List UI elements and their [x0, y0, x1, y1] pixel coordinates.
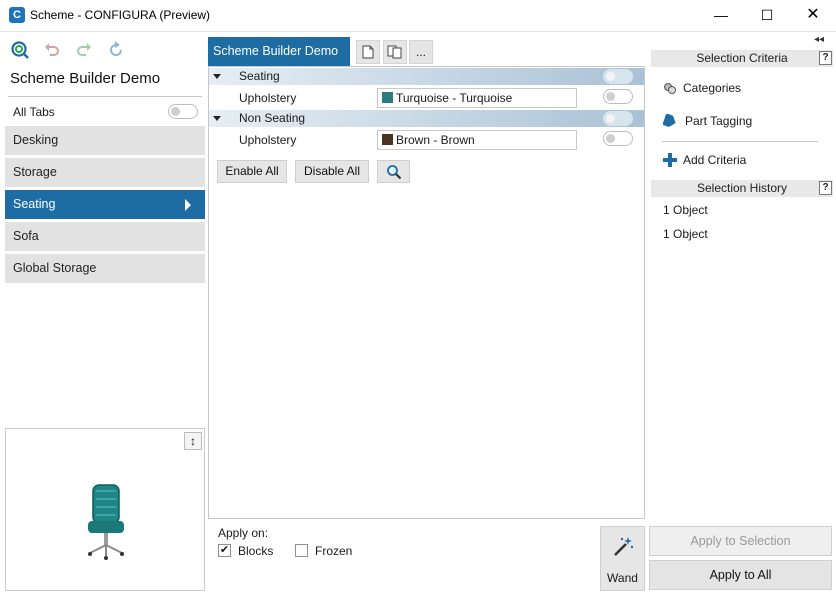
divider [662, 141, 818, 142]
minimize-button[interactable]: — [698, 0, 744, 31]
categories-icon [663, 82, 677, 96]
refresh-icon[interactable] [106, 40, 126, 60]
chevron-right-icon [185, 199, 191, 211]
history-item[interactable]: 1 Object [663, 227, 708, 241]
apply-to-all-button[interactable]: Apply to All [649, 560, 832, 590]
divider [8, 96, 202, 97]
tab-storage[interactable]: Storage [5, 158, 205, 187]
color-swatch [382, 92, 393, 103]
selection-history-header: Selection History ? [651, 180, 833, 197]
color-select-seating-upholstery[interactable]: Turquoise - Turquoise [377, 88, 577, 108]
tag-icon [662, 113, 677, 128]
caret-down-icon[interactable] [213, 116, 221, 121]
redo-icon[interactable] [74, 40, 94, 60]
tab-label: Desking [13, 133, 59, 147]
close-button[interactable]: ✕ [790, 0, 836, 31]
page-title: Scheme Builder Demo [10, 70, 161, 87]
new-document-icon[interactable] [356, 40, 380, 64]
undo-icon[interactable] [42, 40, 62, 60]
disable-all-button[interactable]: Disable All [295, 160, 369, 183]
tab-global-storage[interactable]: Global Storage [5, 254, 205, 283]
item-toggle-seating-upholstery[interactable] [603, 89, 633, 104]
caret-down-icon[interactable] [213, 74, 221, 79]
more-options-button[interactable]: ... [409, 40, 433, 64]
apply-on-label: Apply on: [218, 526, 269, 540]
part-tagging-item[interactable]: Part Tagging [685, 114, 752, 128]
blocks-label: Blocks [238, 544, 274, 558]
chair-preview-image [88, 484, 124, 560]
3d-preview[interactable] [5, 428, 205, 591]
item-label-upholstery: Upholstery [239, 133, 297, 147]
tab-seating[interactable]: Seating [5, 190, 205, 219]
color-select-non-seating-upholstery[interactable]: Brown - Brown [377, 130, 577, 150]
item-toggle-non-seating-upholstery[interactable] [603, 131, 633, 146]
color-value: Brown - Brown [396, 133, 475, 147]
selection-criteria-header: Selection Criteria ? [651, 50, 833, 67]
tab-sofa[interactable]: Sofa [5, 222, 205, 251]
frozen-label: Frozen [315, 544, 353, 558]
history-item[interactable]: 1 Object [663, 203, 708, 217]
resize-preview-button[interactable]: ↕ [184, 432, 202, 450]
wand-button[interactable]: Wand [600, 526, 645, 591]
maximize-button[interactable]: ☐ [744, 0, 790, 31]
tab-scheme-builder[interactable]: Scheme Builder Demo [208, 37, 350, 66]
magic-wand-icon [601, 535, 644, 565]
all-tabs-toggle[interactable] [168, 104, 198, 119]
group-toggle-non-seating[interactable] [603, 111, 633, 126]
help-icon[interactable]: ? [819, 181, 832, 195]
categories-item[interactable]: Categories [683, 81, 741, 95]
apply-to-selection-button[interactable]: Apply to Selection [649, 526, 832, 556]
tab-desking[interactable]: Desking [5, 126, 205, 155]
all-tabs-label: All Tabs [13, 105, 55, 119]
group-header-non-seating[interactable]: Non Seating [209, 110, 644, 127]
enable-all-button[interactable]: Enable All [217, 160, 287, 183]
blocks-checkbox[interactable]: ✔ [218, 544, 231, 557]
tab-label: Sofa [13, 229, 39, 243]
group-toggle-seating[interactable] [603, 69, 633, 84]
group-name: Non Seating [239, 111, 306, 125]
zoom-search-icon[interactable] [10, 40, 30, 60]
collapse-panel-button[interactable]: ◂◂ [814, 34, 824, 45]
tab-label: Global Storage [13, 261, 97, 275]
section-title: Selection History [696, 181, 788, 195]
tab-label: Seating [13, 197, 56, 211]
add-icon [663, 153, 677, 167]
search-button[interactable] [377, 160, 410, 183]
item-label-upholstery: Upholstery [239, 91, 297, 105]
group-name: Seating [239, 69, 280, 83]
group-header-seating[interactable]: Seating [209, 68, 644, 85]
search-icon [386, 165, 401, 180]
wand-label: Wand [607, 571, 638, 585]
window-title: Scheme - CONFIGURA (Preview) [30, 8, 211, 22]
add-criteria-button[interactable]: Add Criteria [683, 153, 746, 167]
help-icon[interactable]: ? [819, 51, 832, 65]
section-title: Selection Criteria [696, 51, 788, 65]
tab-label: Storage [13, 165, 57, 179]
frozen-checkbox[interactable] [295, 544, 308, 557]
color-value: Turquoise - Turquoise [396, 91, 513, 105]
app-icon: C [9, 7, 25, 23]
color-swatch [382, 134, 393, 145]
copy-document-icon[interactable] [383, 40, 407, 64]
